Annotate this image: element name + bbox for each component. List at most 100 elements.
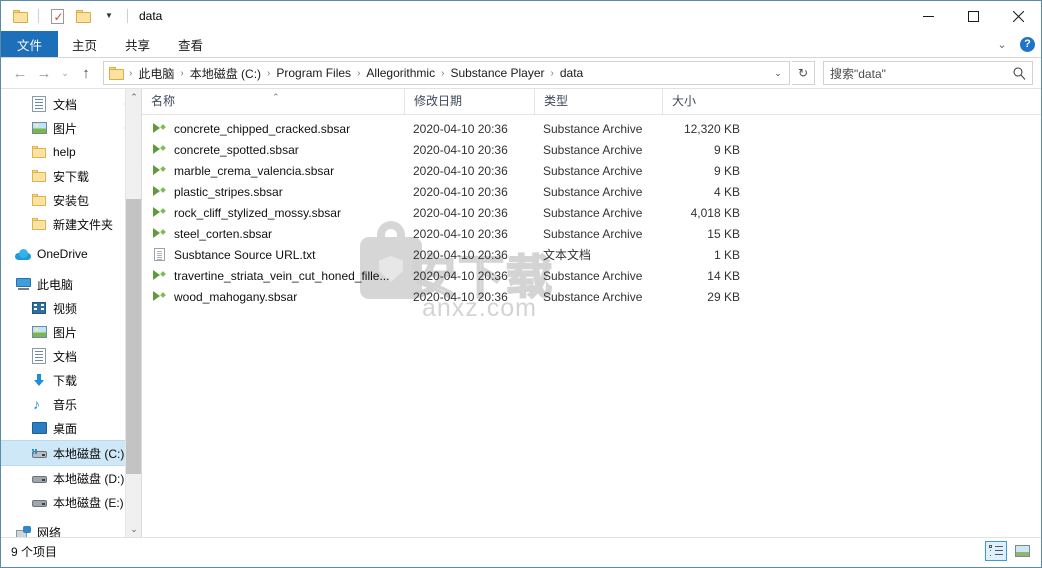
minimize-icon[interactable] xyxy=(906,1,951,31)
address-dropdown-icon[interactable]: ⌄ xyxy=(769,68,787,79)
sidebar-item-local-disk-c[interactable]: 本地磁盘 (C:) xyxy=(1,440,141,466)
sidebar-item-label: 此电脑 xyxy=(37,277,74,292)
chevron-down-icon[interactable]: ⌄ xyxy=(994,38,1010,51)
forward-button[interactable]: → xyxy=(33,62,55,84)
sidebar-item-pictures-quick[interactable]: 图片 📌 xyxy=(1,116,141,140)
sidebar-item-this-pc[interactable]: 此电脑 xyxy=(1,272,141,296)
table-row[interactable]: concrete_spotted.sbsar 2020-04-10 20:36 … xyxy=(142,139,1041,160)
table-row[interactable]: steel_corten.sbsar 2020-04-10 20:36 Subs… xyxy=(142,223,1041,244)
customize-quick-access-dropdown-icon[interactable]: ▼ xyxy=(98,5,120,27)
file-name-cell[interactable]: Susbtance Source URL.txt xyxy=(142,247,404,263)
column-header-size[interactable]: 大小 xyxy=(662,89,752,114)
sidebar-item-label: 文档 xyxy=(53,349,78,364)
window-title: data xyxy=(139,9,163,23)
sidebar-item-documents-quick[interactable]: 文档 📌 xyxy=(1,92,141,116)
sidebar-item-label: 网络 xyxy=(37,525,62,538)
recent-locations-dropdown-icon[interactable]: ⌄ xyxy=(57,62,73,84)
up-button[interactable]: ↑ xyxy=(75,62,97,84)
file-name-cell[interactable]: travertine_striata_vein_cut_honed_fille.… xyxy=(142,268,404,284)
table-row[interactable]: marble_crema_valencia.sbsar 2020-04-10 2… xyxy=(142,160,1041,181)
table-row[interactable]: rock_cliff_stylized_mossy.sbsar 2020-04-… xyxy=(142,202,1041,223)
status-bar: 9 个项目 xyxy=(1,537,1041,564)
file-date: 2020-04-10 20:36 xyxy=(413,205,508,220)
tab-file[interactable]: 文件 xyxy=(1,31,59,57)
sidebar-item-music[interactable]: ♪ 音乐 xyxy=(1,392,141,416)
file-name-cell[interactable]: marble_crema_valencia.sbsar xyxy=(142,163,404,179)
file-name: wood_mahogany.sbsar xyxy=(174,289,298,304)
column-header-name[interactable]: 名称 ⌃ xyxy=(142,89,404,114)
sidebar-item-desktop[interactable]: 桌面 xyxy=(1,416,141,440)
maximize-icon[interactable] xyxy=(951,1,996,31)
file-name-cell[interactable]: steel_corten.sbsar xyxy=(142,226,404,242)
sidebar-item-local-disk-e[interactable]: 本地磁盘 (E:) xyxy=(1,490,141,514)
breadcrumb-item-2[interactable]: Program Files xyxy=(271,66,356,80)
file-size: 1 KB xyxy=(713,247,740,262)
file-name: travertine_striata_vein_cut_honed_fille.… xyxy=(174,268,390,283)
sbsar-icon xyxy=(151,163,167,179)
sidebar-item-downloads[interactable]: 下载 xyxy=(1,368,141,392)
breadcrumb-item-1[interactable]: 本地磁盘 (C:) xyxy=(185,65,266,82)
table-row[interactable]: plastic_stripes.sbsar 2020-04-10 20:36 S… xyxy=(142,181,1041,202)
scroll-down-icon[interactable]: ⌄ xyxy=(126,521,141,537)
tab-view[interactable]: 查看 xyxy=(164,31,217,57)
sidebar-item-label: 图片 xyxy=(53,121,78,136)
sidebar-item-label: 安下载 xyxy=(53,169,90,184)
file-size: 4,018 KB xyxy=(690,205,740,220)
sidebar-item-label: 图片 xyxy=(53,325,78,340)
title-bar: ✓ ▼ data xyxy=(1,1,1041,31)
sidebar-item-onedrive[interactable]: OneDrive xyxy=(1,242,141,266)
sbsar-icon xyxy=(151,142,167,158)
sidebar-item-network[interactable]: 网络 xyxy=(1,520,141,537)
sidebar-item-documents[interactable]: 文档 xyxy=(1,344,141,368)
details-view-button[interactable] xyxy=(985,541,1007,561)
new-folder-icon[interactable] xyxy=(72,5,94,27)
sidebar-item-pictures[interactable]: 图片 xyxy=(1,320,141,344)
table-row[interactable]: concrete_chipped_cracked.sbsar 2020-04-1… xyxy=(142,118,1041,139)
search-input[interactable]: 搜索"data" xyxy=(823,61,1033,85)
breadcrumb-item-4[interactable]: Substance Player xyxy=(445,66,549,80)
file-name-cell[interactable]: concrete_chipped_cracked.sbsar xyxy=(142,121,404,137)
back-button[interactable]: ← xyxy=(9,62,31,84)
file-name-cell[interactable]: plastic_stripes.sbsar xyxy=(142,184,404,200)
folder-icon[interactable] xyxy=(9,5,31,27)
table-row[interactable]: Susbtance Source URL.txt 2020-04-10 20:3… xyxy=(142,244,1041,265)
scrollbar-thumb[interactable] xyxy=(126,199,141,474)
file-name-cell[interactable]: rock_cliff_stylized_mossy.sbsar xyxy=(142,205,404,221)
breadcrumb[interactable]: › 此电脑 › 本地磁盘 (C:) › Program Files › Alle… xyxy=(103,61,790,85)
column-header-date-modified[interactable]: 修改日期 xyxy=(404,89,534,114)
breadcrumb-item-0[interactable]: 此电脑 xyxy=(133,65,179,82)
breadcrumb-item-3[interactable]: Allegorithmic xyxy=(361,66,440,80)
videos-icon xyxy=(31,300,47,316)
column-header-label: 类型 xyxy=(544,94,569,108)
sidebar-item-new-folder[interactable]: 新建文件夹 xyxy=(1,212,141,236)
sidebar-item-anxiazai[interactable]: 安下载 xyxy=(1,164,141,188)
scroll-up-icon[interactable]: ⌃ xyxy=(126,89,141,105)
details-view-icon xyxy=(989,545,1003,557)
file-type: Substance Archive xyxy=(543,268,643,283)
sidebar-item-label: 安装包 xyxy=(53,193,90,208)
help-icon[interactable]: ? xyxy=(1020,36,1035,52)
refresh-button[interactable]: ↻ xyxy=(792,61,815,85)
navigation-scrollbar[interactable]: ⌃ ⌄ xyxy=(125,89,141,537)
sidebar-item-anzhuangbao[interactable]: 安装包 xyxy=(1,188,141,212)
sidebar-item-help[interactable]: help xyxy=(1,140,141,164)
close-icon[interactable] xyxy=(996,1,1041,31)
breadcrumb-folder-icon xyxy=(106,66,128,80)
tab-share[interactable]: 共享 xyxy=(111,31,164,57)
file-name-cell[interactable]: wood_mahogany.sbsar xyxy=(142,289,404,305)
table-row[interactable]: wood_mahogany.sbsar 2020-04-10 20:36 Sub… xyxy=(142,286,1041,307)
file-size: 4 KB xyxy=(713,184,740,199)
sidebar-item-videos[interactable]: 视频 xyxy=(1,296,141,320)
sbsar-icon xyxy=(151,184,167,200)
column-header-type[interactable]: 类型 xyxy=(534,89,662,114)
sbsar-icon xyxy=(151,205,167,221)
breadcrumb-item-5[interactable]: data xyxy=(555,66,588,80)
drive-icon xyxy=(31,470,47,486)
file-name-cell[interactable]: concrete_spotted.sbsar xyxy=(142,142,404,158)
file-name: concrete_spotted.sbsar xyxy=(174,142,299,157)
properties-icon[interactable]: ✓ xyxy=(46,5,68,27)
table-row[interactable]: travertine_striata_vein_cut_honed_fille.… xyxy=(142,265,1041,286)
sidebar-item-local-disk-d[interactable]: 本地磁盘 (D:) xyxy=(1,466,141,490)
large-icons-view-button[interactable] xyxy=(1011,541,1033,561)
tab-home[interactable]: 主页 xyxy=(58,31,111,57)
